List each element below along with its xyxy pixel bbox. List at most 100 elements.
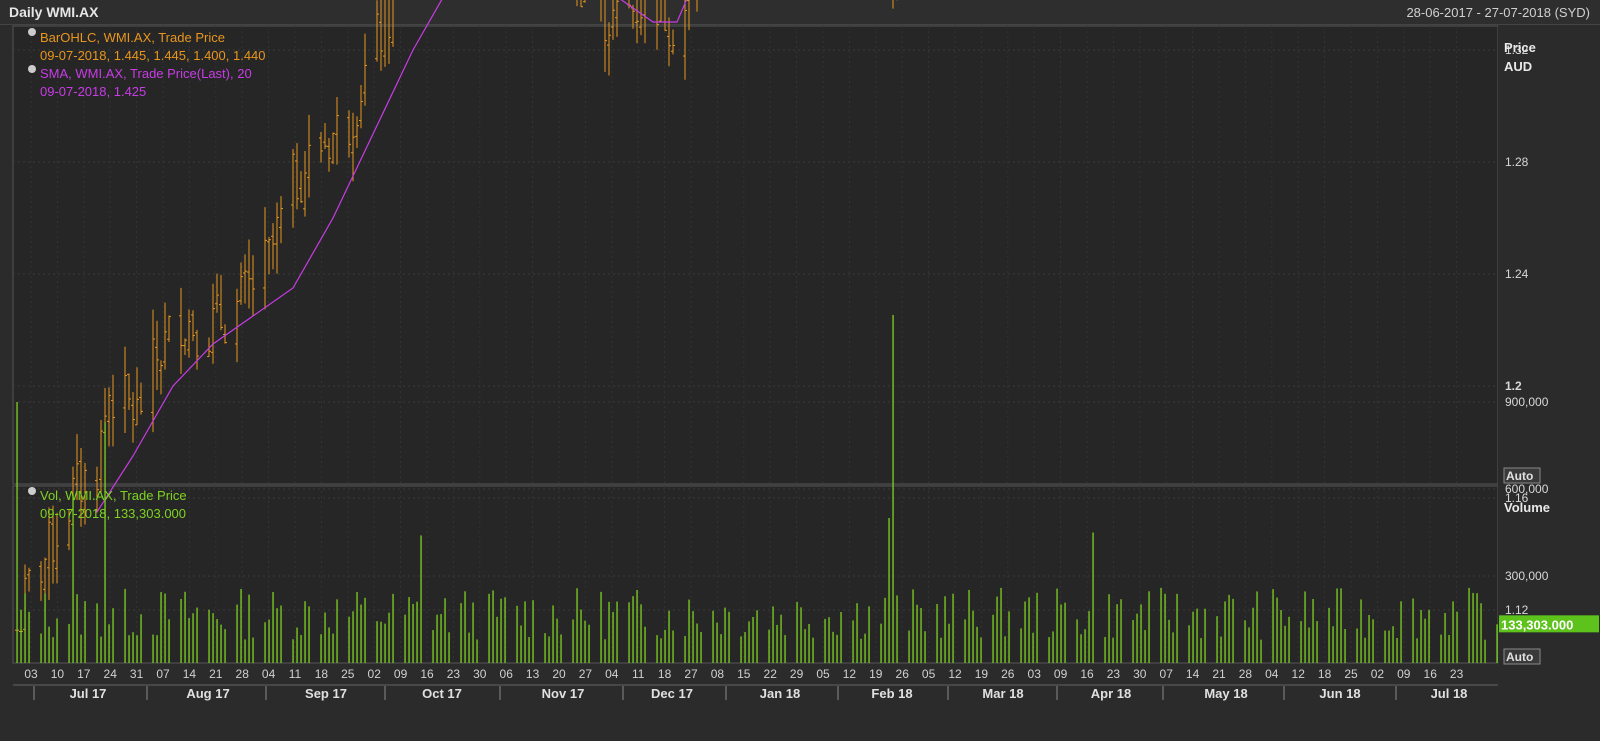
volume-bar bbox=[572, 619, 574, 663]
volume-bar bbox=[504, 597, 506, 663]
volume-bar bbox=[772, 606, 774, 663]
volume-bar bbox=[304, 601, 306, 663]
volume-bar bbox=[1444, 612, 1446, 663]
volume-bar bbox=[416, 601, 418, 663]
x-day-label: 10 bbox=[51, 667, 65, 681]
volume-bar bbox=[112, 608, 114, 663]
volume-bar bbox=[336, 599, 338, 663]
volume-bar bbox=[640, 604, 642, 663]
volume-bar bbox=[56, 618, 58, 663]
volume-bar bbox=[324, 612, 326, 663]
volume-bar bbox=[776, 624, 778, 663]
volume-bar bbox=[748, 621, 750, 663]
volume-bar bbox=[1020, 628, 1022, 663]
legend-sma-value: 09-07-2018, 1.425 bbox=[40, 84, 146, 99]
volume-bar bbox=[1484, 639, 1486, 663]
volume-bar bbox=[240, 588, 242, 663]
x-day-label: 15 bbox=[737, 667, 751, 681]
volume-bar bbox=[1388, 630, 1390, 663]
x-day-label: 23 bbox=[1450, 667, 1464, 681]
volume-bar bbox=[756, 610, 758, 663]
volume-bar bbox=[1224, 601, 1226, 663]
volume-bar bbox=[728, 611, 730, 663]
volume-bar bbox=[1188, 625, 1190, 663]
volume-bar bbox=[896, 595, 898, 663]
volume-bar bbox=[1076, 619, 1078, 663]
x-day-label: 07 bbox=[1160, 667, 1174, 681]
volume-bar bbox=[1248, 627, 1250, 663]
volume-bar bbox=[560, 634, 562, 663]
volume-panel bbox=[12, 485, 1499, 664]
x-day-label: 09 bbox=[1054, 667, 1068, 681]
x-day-label: 14 bbox=[1186, 667, 1200, 681]
volume-bar bbox=[1164, 593, 1166, 663]
volume-bar bbox=[444, 598, 446, 663]
x-day-label: 25 bbox=[341, 667, 355, 681]
volume-bar bbox=[692, 611, 694, 663]
volume-bar bbox=[108, 624, 110, 663]
volume-bar bbox=[1284, 625, 1286, 663]
volume-bar bbox=[724, 607, 726, 663]
volume-bar bbox=[40, 633, 42, 663]
volume-bar bbox=[1080, 634, 1082, 663]
price-tick-label: 1.28 bbox=[1505, 155, 1529, 169]
volume-bar bbox=[248, 594, 250, 663]
x-day-label: 22 bbox=[764, 667, 778, 681]
volume-bar bbox=[824, 618, 826, 663]
volume-bar bbox=[404, 614, 406, 663]
volume-bar bbox=[944, 596, 946, 663]
volume-bar bbox=[720, 634, 722, 663]
volume-bar bbox=[1480, 603, 1482, 663]
volume-bar bbox=[1088, 611, 1090, 663]
volume-bar bbox=[940, 637, 942, 663]
volume-bar bbox=[1084, 629, 1086, 663]
volume-bar bbox=[192, 613, 194, 663]
volume-bar bbox=[828, 617, 830, 663]
volume-bar bbox=[1160, 587, 1162, 663]
x-day-label: 13 bbox=[526, 667, 540, 681]
volume-bar bbox=[1204, 608, 1206, 663]
x-day-label: 04 bbox=[605, 667, 619, 681]
volume-bar bbox=[768, 629, 770, 663]
volume-bar bbox=[1192, 611, 1194, 663]
volume-bar bbox=[744, 632, 746, 663]
volume-bar bbox=[668, 610, 670, 663]
volume-bar bbox=[1120, 599, 1122, 663]
x-month-label: Mar 18 bbox=[982, 686, 1023, 701]
volume-bar bbox=[612, 612, 614, 663]
last-volume-label: 133,303.000 bbox=[1501, 617, 1573, 632]
volume-bar bbox=[252, 637, 254, 663]
volume-bar bbox=[96, 603, 98, 663]
price-axis-title: Price bbox=[1504, 40, 1536, 55]
x-day-label: 18 bbox=[315, 667, 329, 681]
volume-bar bbox=[168, 619, 170, 663]
volume-bar bbox=[1496, 624, 1498, 663]
volume-bar bbox=[188, 618, 190, 663]
volume-bar bbox=[84, 601, 86, 663]
x-day-label: 25 bbox=[1344, 667, 1358, 681]
volume-bar bbox=[688, 599, 690, 663]
volume-bar bbox=[360, 604, 362, 663]
volume-bar bbox=[412, 603, 414, 663]
volume-bar bbox=[808, 624, 810, 663]
volume-bar bbox=[44, 593, 46, 663]
volume-bar bbox=[556, 618, 558, 663]
volume-bar bbox=[1172, 632, 1174, 663]
x-day-label: 12 bbox=[843, 667, 857, 681]
volume-bar bbox=[292, 639, 294, 663]
volume-bar bbox=[580, 609, 582, 663]
volume-bar bbox=[104, 422, 106, 663]
volume-bar bbox=[160, 592, 162, 663]
x-day-label: 27 bbox=[579, 667, 593, 681]
volume-bar bbox=[308, 606, 310, 663]
volume-bar bbox=[52, 637, 54, 663]
volume-bar bbox=[920, 607, 922, 663]
volume-bar bbox=[488, 593, 490, 663]
volume-bar bbox=[644, 626, 646, 663]
volume-bar bbox=[1260, 639, 1262, 663]
volume-bar bbox=[380, 621, 382, 663]
x-day-label: 28 bbox=[236, 667, 250, 681]
chart-svg[interactable]: 1.521.481.441.41.361.321.281.241.21.161.… bbox=[0, 0, 1600, 741]
volume-bar bbox=[1052, 631, 1054, 663]
price-axis-unit: AUD bbox=[1504, 59, 1532, 74]
